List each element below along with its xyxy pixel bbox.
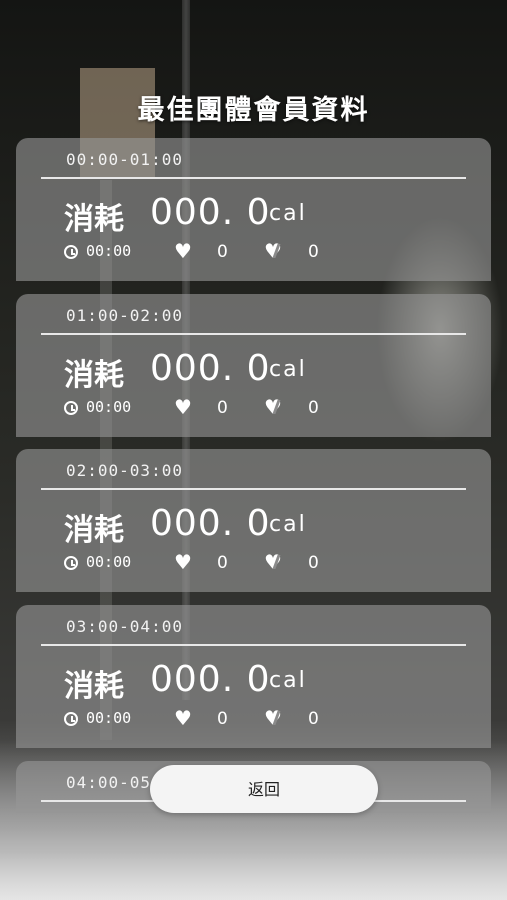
hour-range: 04:00-05	[66, 773, 152, 792]
heart-count: 0	[217, 398, 228, 418]
clock-icon	[64, 556, 78, 570]
hour-card: 02:00-03:00 消耗 000. 0 cal 00:00 ♥ 0 ♥ 0	[16, 449, 491, 592]
page-title: 最佳團體會員資料	[137, 95, 370, 126]
calories-value: 000. 0	[150, 659, 271, 700]
stats-row: 00:00 ♥ 0 ♥ 0	[64, 550, 464, 575]
clock-icon	[64, 401, 78, 415]
hour-range: 01:00-02:00	[66, 306, 183, 325]
divider	[41, 177, 466, 179]
heart-icon: ♥	[174, 395, 192, 419]
heart-icon: ♥	[174, 550, 192, 574]
calories-value: 000. 0	[150, 503, 271, 544]
hour-card: 00:00-01:00 消耗 000. 0 cal 00:00 ♥ 0 ♥ 0	[16, 138, 491, 281]
divider	[41, 488, 466, 490]
consume-label: 消耗	[64, 513, 124, 548]
clock-icon	[64, 712, 78, 726]
broken-heart-count: 0	[308, 553, 319, 573]
consume-label: 消耗	[64, 669, 124, 704]
calories-unit: cal	[269, 201, 307, 226]
clock-icon	[64, 245, 78, 259]
hour-card: 01:00-02:00 消耗 000. 0 cal 00:00 ♥ 0 ♥ 0	[16, 294, 491, 437]
consume-label: 消耗	[64, 202, 124, 237]
heart-count: 0	[217, 709, 228, 729]
stats-row: 00:00 ♥ 0 ♥ 0	[64, 239, 464, 264]
hour-range: 00:00-01:00	[66, 150, 183, 169]
calories-unit: cal	[269, 512, 307, 537]
broken-heart-count: 0	[308, 709, 319, 729]
heart-count: 0	[217, 553, 228, 573]
duration-value: 00:00	[86, 709, 132, 727]
divider	[41, 333, 466, 335]
divider	[41, 644, 466, 646]
calories-value: 000. 0	[150, 348, 271, 389]
duration-value: 00:00	[86, 398, 132, 416]
broken-heart-count: 0	[308, 242, 319, 262]
consume-label: 消耗	[64, 358, 124, 393]
hour-range: 03:00-04:00	[66, 617, 183, 636]
heart-icon: ♥	[174, 706, 192, 730]
hour-card: 03:00-04:00 消耗 000. 0 cal 00:00 ♥ 0 ♥ 0	[16, 605, 491, 748]
broken-heart-count: 0	[308, 398, 319, 418]
stats-row: 00:00 ♥ 0 ♥ 0	[64, 706, 464, 731]
duration-value: 00:00	[86, 242, 132, 260]
calories-value: 000. 0	[150, 192, 271, 233]
back-button[interactable]: 返回	[150, 765, 378, 813]
heart-icon: ♥	[174, 239, 192, 263]
heart-count: 0	[217, 242, 228, 262]
duration-value: 00:00	[86, 553, 132, 571]
stats-row: 00:00 ♥ 0 ♥ 0	[64, 395, 464, 420]
calories-unit: cal	[269, 668, 307, 693]
hour-range: 02:00-03:00	[66, 461, 183, 480]
calories-unit: cal	[269, 357, 307, 382]
